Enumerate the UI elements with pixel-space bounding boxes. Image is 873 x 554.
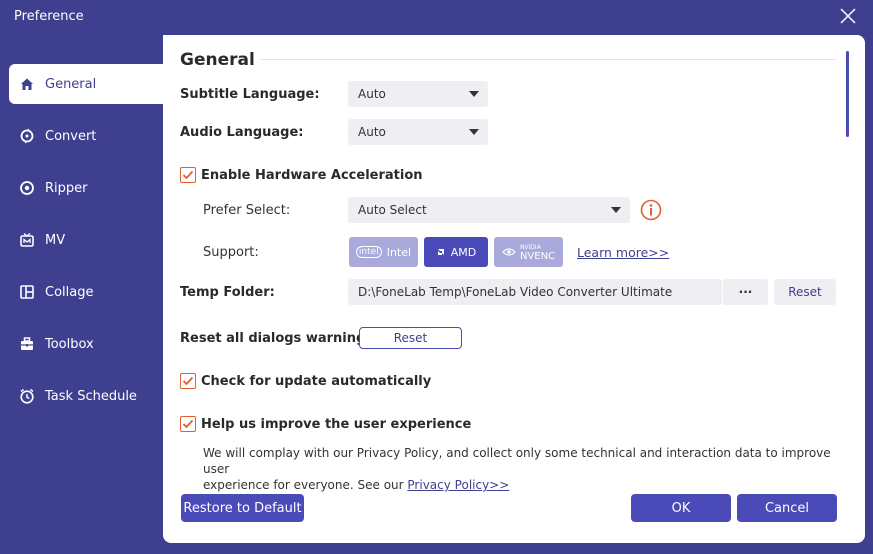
audio-language-value: Auto — [358, 125, 386, 139]
sidebar-item-label: Task Schedule — [45, 388, 137, 404]
privacy-text-line2: experience for everyone. See our Privacy… — [203, 477, 843, 493]
close-button[interactable] — [838, 6, 858, 26]
nvidia-eye-icon — [502, 248, 516, 256]
sidebar-item-label: Collage — [45, 284, 94, 300]
improve-experience-label: Help us improve the user experience — [201, 417, 472, 432]
subtitle-language-select[interactable]: Auto — [348, 81, 488, 107]
section-divider — [260, 59, 836, 60]
subtitle-language-value: Auto — [358, 87, 386, 101]
settings-panel: General Subtitle Language: Auto Audio La… — [163, 35, 865, 543]
section-title: General — [180, 50, 255, 70]
cancel-button[interactable]: Cancel — [737, 494, 837, 522]
nvenc-text: NVIDIA NVENC — [519, 243, 556, 262]
prefer-select-label: Prefer Select: — [203, 203, 291, 218]
sidebar-item-mv[interactable]: MV — [9, 220, 163, 260]
amd-logo-icon — [437, 249, 444, 255]
collage-icon — [18, 283, 36, 301]
temp-folder-label: Temp Folder: — [180, 285, 275, 300]
hardware-acceleration-label: Enable Hardware Acceleration — [201, 168, 423, 183]
sidebar-item-general[interactable]: General — [9, 64, 163, 104]
privacy-text-line2-prefix: experience for everyone. See our — [203, 478, 408, 492]
restore-default-button[interactable]: Restore to Default — [181, 494, 304, 522]
chevron-down-icon — [469, 129, 479, 135]
toolbox-icon — [18, 335, 36, 353]
reset-label: Reset — [788, 285, 822, 299]
privacy-policy-link[interactable]: Privacy Policy>> — [407, 478, 509, 492]
sidebar-item-toolbox[interactable]: Toolbox — [9, 324, 163, 364]
sidebar-item-label: MV — [45, 232, 66, 248]
home-icon — [18, 75, 36, 93]
support-label: Support: — [203, 245, 259, 260]
mv-icon — [18, 231, 36, 249]
check-update-label: Check for update automatically — [201, 374, 432, 389]
info-icon[interactable] — [640, 199, 662, 225]
support-chip-label: AMD — [450, 245, 477, 259]
scrollbar[interactable] — [846, 51, 849, 137]
temp-folder-value: D:\FoneLab Temp\FoneLab Video Converter … — [358, 285, 673, 299]
audio-language-label: Audio Language: — [180, 125, 304, 140]
sidebar-item-task-schedule[interactable]: Task Schedule — [9, 376, 163, 416]
sidebar-item-label: General — [45, 76, 97, 92]
sidebar-item-convert[interactable]: Convert — [9, 116, 163, 156]
learn-more-link[interactable]: Learn more>> — [577, 245, 669, 260]
window-title: Preference — [14, 9, 84, 24]
temp-folder-reset-button[interactable]: Reset — [774, 279, 836, 305]
support-chip-intel[interactable]: intel Intel — [349, 237, 418, 267]
chevron-down-icon — [611, 207, 621, 213]
privacy-text: We will complay with our Privacy Policy,… — [203, 445, 843, 493]
sidebar-item-ripper[interactable]: Ripper — [9, 168, 163, 208]
sidebar-item-label: Toolbox — [45, 336, 94, 352]
reset-dialogs-button[interactable]: Reset — [359, 327, 462, 349]
sidebar-item-label: Convert — [45, 128, 97, 144]
chevron-down-icon — [469, 91, 479, 97]
support-chip-label: NVENC — [519, 251, 556, 262]
browse-folder-button[interactable]: ··· — [723, 279, 768, 305]
checkmark-icon — [182, 376, 194, 386]
close-icon[interactable] — [838, 6, 858, 26]
sidebar-item-collage[interactable]: Collage — [9, 272, 163, 312]
checkmark-icon — [182, 170, 194, 180]
checkmark-icon — [182, 419, 194, 429]
improve-experience-checkbox[interactable] — [180, 416, 196, 432]
more-icon: ··· — [738, 285, 753, 299]
support-chip-label: Intel — [386, 245, 412, 259]
subtitle-language-label: Subtitle Language: — [180, 87, 320, 102]
prefer-select-value: Auto Select — [358, 203, 427, 217]
prefer-select-dropdown[interactable]: Auto Select — [348, 197, 630, 223]
convert-icon — [18, 127, 36, 145]
ok-button[interactable]: OK — [631, 494, 731, 522]
privacy-text-line1: We will complay with our Privacy Policy,… — [203, 446, 831, 476]
clock-icon — [18, 387, 36, 405]
check-update-checkbox[interactable] — [180, 373, 196, 389]
sidebar-item-label: Ripper — [45, 180, 88, 196]
temp-folder-path[interactable]: D:\FoneLab Temp\FoneLab Video Converter … — [348, 279, 722, 305]
support-chip-nvenc[interactable]: NVIDIA NVENC — [494, 237, 563, 267]
support-chip-amd[interactable]: AMD — [424, 237, 488, 267]
audio-language-select[interactable]: Auto — [348, 119, 488, 145]
hardware-acceleration-checkbox[interactable] — [180, 167, 196, 183]
ripper-icon — [18, 179, 36, 197]
intel-logo: intel — [355, 246, 382, 258]
reset-dialogs-label: Reset all dialogs warnings: — [180, 331, 379, 346]
